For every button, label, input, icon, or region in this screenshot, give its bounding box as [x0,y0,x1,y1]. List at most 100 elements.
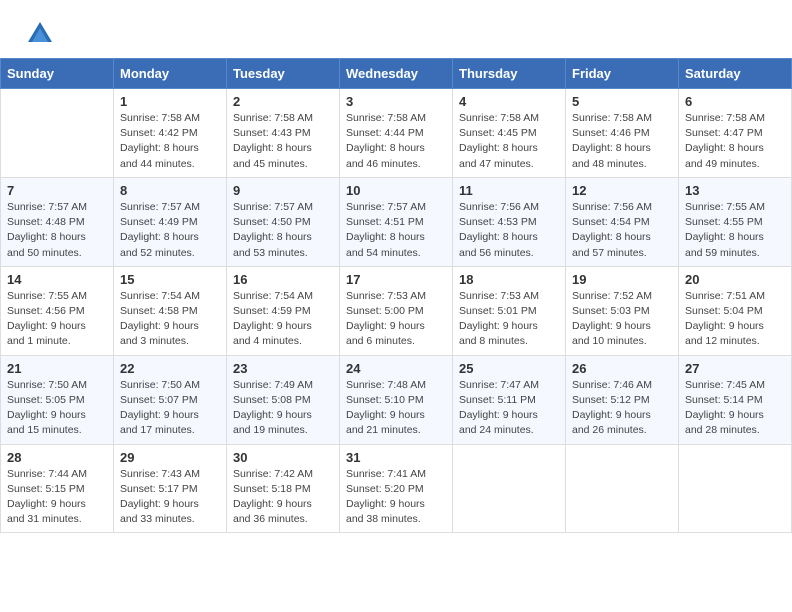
day-cell: 27 Sunrise: 7:45 AMSunset: 5:14 PMDayligh… [679,355,792,444]
day-cell: 25 Sunrise: 7:47 AMSunset: 5:11 PMDayligh… [453,355,566,444]
day-number: 23 [233,361,333,376]
day-cell: 20 Sunrise: 7:51 AMSunset: 5:04 PMDayligh… [679,266,792,355]
day-info: Sunrise: 7:52 AMSunset: 5:03 PMDaylight:… [572,289,672,350]
day-number: 15 [120,272,220,287]
day-number: 28 [7,450,107,465]
day-cell: 12 Sunrise: 7:56 AMSunset: 4:54 PMDayligh… [566,177,679,266]
day-cell: 17 Sunrise: 7:53 AMSunset: 5:00 PMDayligh… [340,266,453,355]
day-number: 20 [685,272,785,287]
day-info: Sunrise: 7:46 AMSunset: 5:12 PMDaylight:… [572,378,672,439]
day-info: Sunrise: 7:53 AMSunset: 5:00 PMDaylight:… [346,289,446,350]
day-number: 11 [459,183,559,198]
day-cell: 18 Sunrise: 7:53 AMSunset: 5:01 PMDayligh… [453,266,566,355]
day-cell: 28 Sunrise: 7:44 AMSunset: 5:15 PMDayligh… [1,444,114,533]
day-cell: 2 Sunrise: 7:58 AMSunset: 4:43 PMDaylight… [227,89,340,178]
day-number: 29 [120,450,220,465]
day-number: 9 [233,183,333,198]
logo-icon [24,18,56,50]
day-number: 27 [685,361,785,376]
day-number: 24 [346,361,446,376]
day-info: Sunrise: 7:44 AMSunset: 5:15 PMDaylight:… [7,467,107,528]
day-number: 25 [459,361,559,376]
day-info: Sunrise: 7:49 AMSunset: 5:08 PMDaylight:… [233,378,333,439]
day-cell: 29 Sunrise: 7:43 AMSunset: 5:17 PMDayligh… [114,444,227,533]
week-row-2: 7Sunrise: 7:57 AMSunset: 4:48 PMDaylight… [1,177,792,266]
day-number: 10 [346,183,446,198]
day-number: 14 [7,272,107,287]
weekday-header-tuesday: Tuesday [227,59,340,89]
day-cell: 24 Sunrise: 7:48 AMSunset: 5:10 PMDayligh… [340,355,453,444]
day-number: 31 [346,450,446,465]
day-info: Sunrise: 7:48 AMSunset: 5:10 PMDaylight:… [346,378,446,439]
week-row-1: 1 Sunrise: 7:58 AMSunset: 4:42 PMDaylight… [1,89,792,178]
calendar-table: SundayMondayTuesdayWednesdayThursdayFrid… [0,58,792,533]
day-cell: 21 Sunrise: 7:50 AMSunset: 5:05 PMDayligh… [1,355,114,444]
day-cell: 16 Sunrise: 7:54 AMSunset: 4:59 PMDayligh… [227,266,340,355]
day-info: Sunrise: 7:57 AMSunset: 4:48 PMDaylight:… [7,200,107,261]
day-cell: 4 Sunrise: 7:58 AMSunset: 4:45 PMDaylight… [453,89,566,178]
day-cell: 22 Sunrise: 7:50 AMSunset: 5:07 PMDayligh… [114,355,227,444]
day-cell: 6 Sunrise: 7:58 AMSunset: 4:47 PMDaylight… [679,89,792,178]
day-cell [566,444,679,533]
day-info: Sunrise: 7:55 AMSunset: 4:55 PMDaylight:… [685,200,785,261]
day-info: Sunrise: 7:53 AMSunset: 5:01 PMDaylight:… [459,289,559,350]
day-info: Sunrise: 7:42 AMSunset: 5:18 PMDaylight:… [233,467,333,528]
weekday-header-row: SundayMondayTuesdayWednesdayThursdayFrid… [1,59,792,89]
day-number: 3 [346,94,446,109]
weekday-header-friday: Friday [566,59,679,89]
day-info: Sunrise: 7:58 AMSunset: 4:47 PMDaylight:… [685,111,785,172]
day-info: Sunrise: 7:57 AMSunset: 4:49 PMDaylight:… [120,200,220,261]
day-info: Sunrise: 7:56 AMSunset: 4:54 PMDaylight:… [572,200,672,261]
day-info: Sunrise: 7:50 AMSunset: 5:07 PMDaylight:… [120,378,220,439]
day-number: 13 [685,183,785,198]
day-number: 8 [120,183,220,198]
day-cell: 5Sunrise: 7:58 AMSunset: 4:46 PMDaylight… [566,89,679,178]
day-info: Sunrise: 7:51 AMSunset: 5:04 PMDaylight:… [685,289,785,350]
day-cell: 14 Sunrise: 7:55 AMSunset: 4:56 PMDayligh… [1,266,114,355]
day-info: Sunrise: 7:43 AMSunset: 5:17 PMDaylight:… [120,467,220,528]
day-info: Sunrise: 7:58 AMSunset: 4:43 PMDaylight:… [233,111,333,172]
page-header [0,0,792,58]
day-info: Sunrise: 7:57 AMSunset: 4:51 PMDaylight:… [346,200,446,261]
day-cell: 8 Sunrise: 7:57 AMSunset: 4:49 PMDaylight… [114,177,227,266]
day-cell: 31Sunrise: 7:41 AMSunset: 5:20 PMDayligh… [340,444,453,533]
day-cell: 30 Sunrise: 7:42 AMSunset: 5:18 PMDayligh… [227,444,340,533]
day-number: 26 [572,361,672,376]
day-number: 19 [572,272,672,287]
day-cell: 15 Sunrise: 7:54 AMSunset: 4:58 PMDayligh… [114,266,227,355]
day-number: 1 [120,94,220,109]
day-number: 17 [346,272,446,287]
day-info: Sunrise: 7:58 AMSunset: 4:45 PMDaylight:… [459,111,559,172]
day-cell: 11 Sunrise: 7:56 AMSunset: 4:53 PMDayligh… [453,177,566,266]
day-cell [679,444,792,533]
day-cell [1,89,114,178]
weekday-header-monday: Monday [114,59,227,89]
week-row-4: 21 Sunrise: 7:50 AMSunset: 5:05 PMDayligh… [1,355,792,444]
day-number: 21 [7,361,107,376]
day-info: Sunrise: 7:54 AMSunset: 4:59 PMDaylight:… [233,289,333,350]
day-number: 4 [459,94,559,109]
day-number: 12 [572,183,672,198]
day-number: 5 [572,94,672,109]
day-info: Sunrise: 7:47 AMSunset: 5:11 PMDaylight:… [459,378,559,439]
day-number: 18 [459,272,559,287]
weekday-header-wednesday: Wednesday [340,59,453,89]
day-cell: 13 Sunrise: 7:55 AMSunset: 4:55 PMDayligh… [679,177,792,266]
day-cell: 3 Sunrise: 7:58 AMSunset: 4:44 PMDaylight… [340,89,453,178]
day-number: 30 [233,450,333,465]
day-number: 2 [233,94,333,109]
day-cell: 26 Sunrise: 7:46 AMSunset: 5:12 PMDayligh… [566,355,679,444]
day-number: 6 [685,94,785,109]
day-cell: 19 Sunrise: 7:52 AMSunset: 5:03 PMDayligh… [566,266,679,355]
day-number: 22 [120,361,220,376]
day-number: 16 [233,272,333,287]
day-info: Sunrise: 7:55 AMSunset: 4:56 PMDaylight:… [7,289,107,350]
day-info: Sunrise: 7:50 AMSunset: 5:05 PMDaylight:… [7,378,107,439]
day-info: Sunrise: 7:56 AMSunset: 4:53 PMDaylight:… [459,200,559,261]
day-info: Sunrise: 7:45 AMSunset: 5:14 PMDaylight:… [685,378,785,439]
day-info: Sunrise: 7:58 AMSunset: 4:42 PMDaylight:… [120,111,220,172]
week-row-5: 28 Sunrise: 7:44 AMSunset: 5:15 PMDayligh… [1,444,792,533]
day-info: Sunrise: 7:58 AMSunset: 4:44 PMDaylight:… [346,111,446,172]
day-info: Sunrise: 7:57 AMSunset: 4:50 PMDaylight:… [233,200,333,261]
day-info: Sunrise: 7:54 AMSunset: 4:58 PMDaylight:… [120,289,220,350]
